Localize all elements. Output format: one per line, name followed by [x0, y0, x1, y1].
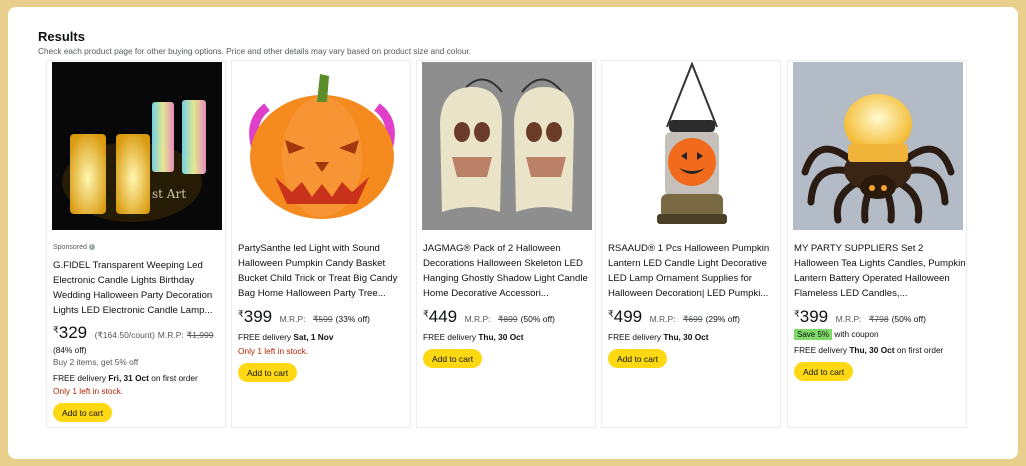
delivery-info: FREE delivery Thu, 30 Oct on first order [794, 345, 944, 355]
sponsored-label: Sponsored i [53, 244, 95, 251]
mrp-value: ₹899 [498, 314, 518, 324]
mrp-label: M.R.P: [649, 314, 676, 324]
delivery-info: FREE delivery Thu, 30 Oct [608, 332, 709, 342]
mrp-label: M.R.P: [835, 314, 862, 324]
delivery-info: FREE delivery Fri, 31 Oct on first order [53, 373, 198, 383]
product-image-spider-tealight[interactable] [793, 61, 963, 231]
coupon-text: with coupon [834, 329, 879, 339]
currency-symbol: ₹ [423, 309, 429, 319]
add-to-cart-button[interactable]: Add to cart [53, 403, 113, 422]
product-title[interactable]: G.FIDEL Transparent Weeping Led Electron… [53, 258, 225, 318]
mrp-value: ₹798 [869, 314, 889, 324]
add-to-cart-button[interactable]: Add to cart [794, 362, 854, 381]
discount-text: (29% off) [705, 314, 740, 324]
results-heading: Results [38, 29, 85, 44]
discount-text: (33% off) [335, 314, 370, 324]
currency-symbol: ₹ [238, 309, 244, 319]
discount-text: (50% off) [891, 314, 926, 324]
product-card-4: RSAAUD® 1 Pcs Halloween Pumpkin Lantern … [601, 60, 781, 428]
mrp-value: ₹699 [683, 314, 703, 324]
add-to-cart-button[interactable]: Add to cart [608, 349, 668, 368]
stock-warning: Only 1 left in stock. [238, 346, 309, 356]
product-card-3: JAGMAG® Pack of 2 Halloween Decorations … [416, 60, 596, 428]
price-row: ₹499 M.R.P: ₹699 (29% off) [608, 307, 783, 327]
mrp-value: ₹1,999 [186, 330, 214, 340]
add-to-cart-button[interactable]: Add to cart [423, 349, 483, 368]
coupon-row: Save 5% with coupon [794, 329, 970, 340]
currency-symbol: ₹ [53, 325, 59, 335]
unit-price: (₹164.50/count) [94, 330, 155, 340]
discount-text: (50% off) [520, 314, 555, 324]
price-value: 329 [58, 323, 88, 342]
product-card-5: MY PARTY SUPPLIERS Set 2 Halloween Tea L… [787, 60, 967, 428]
product-image-pumpkin-lantern[interactable] [607, 61, 777, 231]
mrp-value: ₹599 [313, 314, 333, 324]
stock-warning: Only 1 left in stock. [53, 386, 124, 396]
product-title[interactable]: RSAAUD® 1 Pcs Halloween Pumpkin Lantern … [608, 241, 780, 301]
product-title[interactable]: JAGMAG® Pack of 2 Halloween Decorations … [423, 241, 595, 301]
delivery-info: FREE delivery Thu, 30 Oct [423, 332, 524, 342]
price-row: ₹399 M.R.P: ₹599 (33% off) [238, 307, 413, 327]
add-to-cart-button[interactable]: Add to cart [238, 363, 298, 382]
mrp-label: M.R.P: [279, 314, 306, 324]
product-image-candles[interactable]: st Art [52, 61, 222, 231]
currency-symbol: ₹ [608, 309, 614, 319]
price-row: ₹329 (₹164.50/count) M.R.P: ₹1,999 [53, 323, 228, 343]
product-image-pumpkin-basket[interactable] [237, 61, 407, 231]
product-title[interactable]: PartySanthe led Light with Sound Hallowe… [238, 241, 410, 301]
product-image-skeleton-lights[interactable] [422, 61, 592, 231]
delivery-info: FREE delivery Sat, 1 Nov [238, 332, 334, 342]
product-card-2: PartySanthe led Light with Sound Hallowe… [231, 60, 411, 428]
price-value: 399 [799, 307, 829, 326]
discount-text: (84% off) [53, 345, 87, 355]
price-row: ₹449 M.R.P: ₹899 (50% off) [423, 307, 598, 327]
product-title[interactable]: MY PARTY SUPPLIERS Set 2 Halloween Tea L… [794, 241, 966, 301]
product-card-1: st Art Sponsored i G.FIDEL Transparent We… [46, 60, 226, 428]
currency-symbol: ₹ [794, 309, 800, 319]
price-row: ₹399 M.R.P: ₹798 (50% off) [794, 307, 969, 327]
svg-text:st Art: st Art [152, 187, 186, 201]
mrp-label: M.R.P: [157, 330, 184, 340]
price-value: 449 [428, 307, 458, 326]
multi-buy-offer: Buy 2 items, get 5% off [53, 357, 139, 367]
info-icon[interactable]: i [88, 244, 95, 251]
mrp-label: M.R.P: [464, 314, 491, 324]
results-subtitle: Check each product page for other buying… [38, 46, 472, 56]
price-value: 399 [243, 307, 273, 326]
price-value: 499 [613, 307, 643, 326]
save-badge[interactable]: Save 5% [794, 329, 833, 340]
